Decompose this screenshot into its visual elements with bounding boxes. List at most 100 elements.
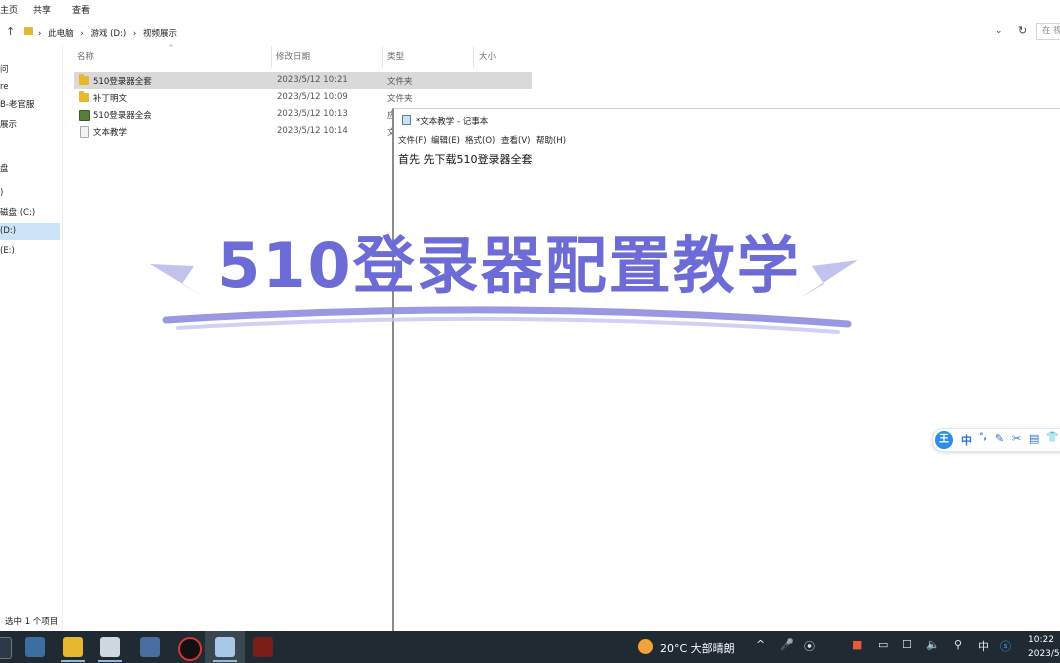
running-indicator: [213, 660, 237, 662]
sort-ascending-icon: ^: [168, 44, 174, 52]
input-language-indicator[interactable]: 中: [978, 638, 989, 654]
breadcrumb-video-folder[interactable]: 视频展示: [143, 29, 177, 39]
ime-skin-icon[interactable]: 👕: [1046, 432, 1058, 443]
folder-icon: [79, 74, 89, 85]
file-row[interactable]: 补丁明文 2023/5/12 10:09 文件夹: [74, 89, 532, 106]
app-tray-icon[interactable]: ■: [852, 638, 862, 651]
file-name: 510登录器全套: [93, 77, 152, 87]
banner-title: 510登录器配置教学: [217, 229, 801, 302]
status-bar: 选中 1 个项目: [5, 617, 59, 627]
ime-tray-icon[interactable]: ⓢ: [1000, 638, 1011, 654]
weather-icon[interactable]: [638, 639, 653, 654]
ime-toolbar: 王 中 °, ✎ ✂ ▤ 👕: [932, 428, 1060, 452]
column-header-type[interactable]: 类型: [387, 50, 404, 64]
notepad-window: *文本教学 - 记事本 文件(F) 编辑(E) 格式(O) 查看(V) 帮助(H…: [392, 108, 1060, 632]
column-header-date[interactable]: 修改日期: [276, 50, 310, 64]
menu-edit[interactable]: 编辑(E): [431, 134, 460, 146]
search-input[interactable]: 在 视: [1036, 23, 1060, 40]
nav-item[interactable]: ): [0, 185, 60, 202]
start-icon[interactable]: [0, 637, 12, 659]
notepad-taskbar-icon[interactable]: [215, 637, 235, 657]
ribbon-tab-home[interactable]: 主页: [0, 3, 18, 16]
ribbon-tab-view[interactable]: 查看: [72, 3, 90, 16]
microphone-icon[interactable]: 🎤: [780, 638, 794, 651]
ime-keyboard-icon[interactable]: ▤: [1029, 432, 1039, 445]
file-row[interactable]: 510登录器全套 2023/5/12 10:21 文件夹: [74, 72, 532, 89]
file-type: 文件夹: [387, 94, 413, 104]
notepad-icon: [402, 115, 411, 125]
breadcrumb-separator: ›: [132, 29, 137, 39]
file-date: 2023/5/12 10:14: [277, 126, 348, 136]
nav-item[interactable]: 展示: [0, 117, 60, 134]
notepad-text-area[interactable]: 首先 先下载510登录器全套: [398, 151, 533, 167]
title-banner: 510登录器配置教学: [148, 228, 860, 340]
clock[interactable]: 10:22 2023/5/: [1028, 633, 1060, 661]
breadcrumb-this-pc[interactable]: 此电脑: [48, 29, 74, 39]
pane-divider: [62, 46, 63, 631]
file-name: 510登录器全会: [93, 111, 152, 121]
ime-punctuation-icon[interactable]: °,: [979, 432, 987, 442]
file-date: 2023/5/12 10:13: [277, 109, 348, 119]
menu-help[interactable]: 帮助(H): [536, 134, 566, 146]
tray-expand-icon[interactable]: ^: [756, 638, 765, 651]
network-icon[interactable]: ⚲: [954, 638, 962, 651]
menu-format[interactable]: 格式(O): [465, 134, 495, 146]
nav-item[interactable]: 问: [0, 62, 60, 79]
folder-icon: [79, 91, 89, 102]
clock-date: 2023/5/: [1028, 649, 1060, 659]
column-separator[interactable]: [473, 46, 474, 68]
nav-item[interactable]: 盘: [0, 161, 60, 178]
clock-time: 10:22: [1028, 635, 1054, 645]
file-date: 2023/5/12 10:21: [277, 75, 348, 85]
file-explorer-icon[interactable]: [63, 637, 83, 657]
breadcrumb-separator: ›: [38, 29, 42, 39]
weather-text[interactable]: 20°C 大部晴朗: [660, 640, 735, 656]
breadcrumb[interactable]: › 此电脑 › 游戏 (D:) › 视频展示: [38, 27, 181, 39]
nav-item-drive-c[interactable]: 磁盘 (C:): [0, 205, 60, 222]
app-icon[interactable]: [25, 637, 45, 657]
breadcrumb-separator: ›: [80, 29, 84, 39]
explorer-ribbon: 主页 共享 查看: [0, 0, 1060, 18]
folder-icon: [24, 27, 33, 35]
nav-item-drive-d[interactable]: (D:): [0, 223, 60, 240]
file-name: 文本教学: [93, 128, 128, 138]
address-bar: ↑ › 此电脑 › 游戏 (D:) › 视频展示 ⌄ ↻ 在 视: [0, 20, 1060, 44]
up-arrow-icon[interactable]: ↑: [6, 25, 15, 38]
file-type: 文件夹: [387, 77, 413, 87]
column-header-size[interactable]: 大小: [479, 50, 496, 64]
running-indicator: [98, 660, 122, 662]
column-separator[interactable]: [271, 46, 272, 68]
ime-chinese-mode[interactable]: 中: [961, 432, 972, 448]
taskbar: 20°C 大部晴朗 ^ 🎤 ⦿ ■ ▭ ☐ 🔈 ⚲ 中 ⓢ 10:22 2023…: [0, 631, 1060, 663]
tray-app-icon[interactable]: ▭: [878, 638, 888, 651]
notepad-menubar: 文件(F) 编辑(E) 格式(O) 查看(V) 帮助(H): [394, 133, 1060, 147]
file-date: 2023/5/12 10:09: [277, 92, 348, 102]
ime-logo-icon[interactable]: 王: [935, 431, 953, 449]
recorder-tray-icon[interactable]: ⦿: [804, 638, 815, 654]
app-icon[interactable]: [100, 637, 120, 657]
chevron-down-icon[interactable]: ⌄: [995, 26, 1003, 36]
ribbon-tab-share[interactable]: 共享: [33, 3, 51, 16]
nav-item-drive-e[interactable]: (E:): [0, 243, 60, 260]
recorder-icon[interactable]: [178, 637, 202, 661]
navigation-pane: 问 re B-老官服 展示 盘 ) 磁盘 (C:) (D:) (E:): [0, 46, 62, 631]
display-icon[interactable]: ☐: [902, 638, 912, 651]
nav-item[interactable]: re: [0, 79, 60, 96]
ime-handwrite-icon[interactable]: ✎: [995, 432, 1004, 445]
nav-item[interactable]: B-老官服: [0, 97, 60, 114]
notepad-title: *文本教学 - 记事本: [416, 117, 489, 127]
running-indicator: [61, 660, 85, 662]
column-separator[interactable]: [382, 46, 383, 68]
breadcrumb-drive-d[interactable]: 游戏 (D:): [90, 29, 126, 39]
exe-icon: [79, 110, 90, 121]
notepad-titlebar[interactable]: *文本教学 - 记事本: [394, 109, 1060, 131]
volume-icon[interactable]: 🔈: [926, 638, 940, 651]
column-header-name[interactable]: 名称: [77, 50, 94, 64]
game-icon[interactable]: [253, 637, 273, 657]
app-icon[interactable]: [140, 637, 160, 657]
text-file-icon: [80, 126, 89, 138]
refresh-icon[interactable]: ↻: [1018, 24, 1027, 37]
menu-view[interactable]: 查看(V): [501, 134, 530, 146]
ime-screenshot-icon[interactable]: ✂: [1012, 432, 1021, 445]
menu-file[interactable]: 文件(F): [398, 134, 427, 146]
